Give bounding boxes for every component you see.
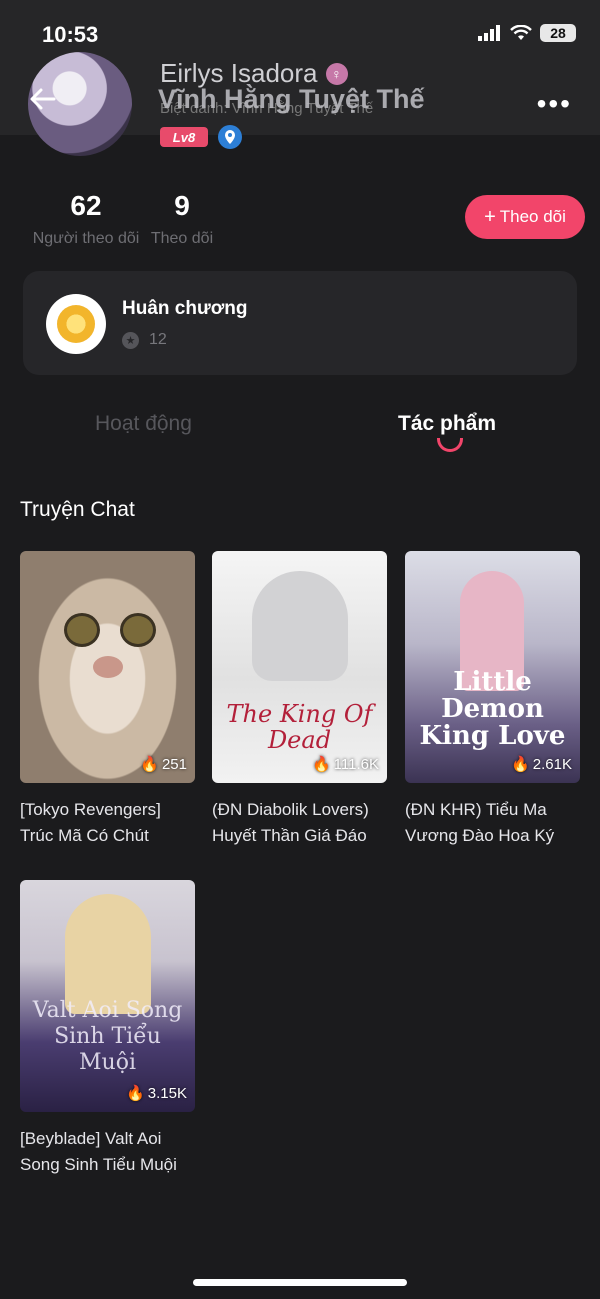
follow-button-label: Theo dõi [499,207,566,226]
more-options-icon[interactable]: ••• [537,88,572,120]
medal-count: 12 [149,331,167,348]
character-art [65,894,151,1014]
views-badge: 🔥 3.15K [126,1084,187,1103]
gender-icon: ♀ [325,62,348,85]
views-badge: 🔥 251 [140,755,187,774]
star-icon: ★ [122,331,139,349]
character-art [252,571,348,681]
work-item[interactable]: Little Demon King Love 🔥 2.61K (ĐN KHR) T… [405,551,580,849]
work-item[interactable]: 🔥 251 [Tokyo Revengers] Trúc Mã Có Chút [20,551,195,849]
followers-label: Người theo dõi [32,230,140,247]
work-cover: Little Demon King Love 🔥 2.61K [405,551,580,783]
work-title: [Beyblade] Valt Aoi Song Sinh Tiểu Muội [20,1129,177,1174]
nickname: Vĩnh Hằng Tuyệt Thế [158,84,425,114]
location-badge-icon [218,125,242,149]
work-cover: The King Of Dead 🔥 111.6K [212,551,387,783]
plus-icon: + [484,205,496,228]
section-title: Truyện Chat [20,498,135,521]
views-count: 111.6K [333,755,379,773]
tab-works[interactable]: Tác phẩm [398,412,496,436]
home-indicator[interactable] [193,1279,407,1286]
following-count: 9 [174,190,190,221]
followers-stat[interactable]: 62 Người theo dõi [28,190,144,248]
status-icons: 28 [478,24,576,42]
fire-icon: 🔥 [126,1085,145,1102]
following-stat[interactable]: 9 Theo dõi [148,190,216,248]
back-arrow-icon[interactable] [28,84,58,114]
cat-eye-right [120,613,156,647]
work-item[interactable]: Valt Aoi Song Sinh Tiểu Muội 🔥 3.15K [Bey… [20,880,195,1178]
tab-activity[interactable]: Hoạt động [95,412,192,436]
medal-count-row: ★ 12 [122,331,167,349]
work-title: [Tokyo Revengers] Trúc Mã Có Chút [20,800,161,845]
cover-title: Little Demon King Love [419,667,566,751]
status-time: 10:53 [42,22,99,47]
cover-title: The King Of Dead [226,700,373,754]
views-count: 251 [161,755,187,773]
cat-eye-left [64,613,100,647]
cat-nose [93,656,123,678]
follow-button[interactable]: + Theo dõi [465,195,585,239]
active-tab-indicator [437,438,463,452]
level-badge: Lv8 [160,127,208,147]
wifi-icon [510,25,532,40]
views-badge: 🔥 2.61K [511,755,572,774]
views-badge: 🔥 111.6K [311,755,379,774]
fire-icon: 🔥 [311,756,331,773]
fire-icon: 🔥 [140,756,159,773]
followers-count: 62 [70,190,102,221]
signal-icon [478,25,500,41]
medal-card[interactable] [23,271,577,375]
medal-icon [46,294,106,354]
work-item[interactable]: The King Of Dead 🔥 111.6K (ĐN Diabolik Lo… [212,551,387,849]
cover-title: Valt Aoi Song Sinh Tiểu Muội [32,998,183,1075]
fire-icon: 🔥 [511,756,530,773]
work-cover: Valt Aoi Song Sinh Tiểu Muội 🔥 3.15K [20,880,195,1112]
work-title: (ĐN KHR) Tiểu Ma Vương Đào Hoa Ký [405,800,555,845]
work-title: (ĐN Diabolik Lovers) Huyết Thần Giá Đáo [212,800,369,845]
following-label: Theo dõi [150,230,214,247]
medal-title: Huân chương [122,298,248,319]
views-count: 3.15K [147,1084,187,1102]
battery-icon: 28 [540,24,576,42]
work-cover: 🔥 251 [20,551,195,783]
views-count: 2.61K [532,755,572,773]
